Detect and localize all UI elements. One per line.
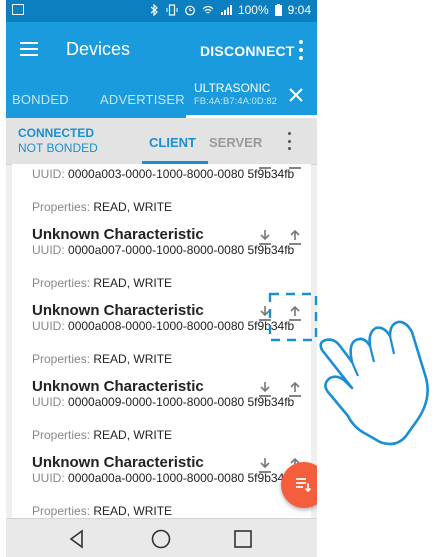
device-tab-bar: BONDED ADVERTISER ULTRASONIC FB:4A:B7:4A… <box>6 78 317 118</box>
app-bar: Devices DISCONNECT <box>6 22 317 78</box>
characteristic-properties: Properties: READ, WRITE <box>32 352 173 366</box>
list-item[interactable]: UUID: 0000a003-0000-1000-8000-0080 5f9b3… <box>12 164 311 216</box>
characteristic-properties: Properties: READ, WRITE <box>32 428 173 442</box>
wifi-icon <box>202 5 214 14</box>
phone-screen: 100% 9:04 Devices DISCONNECT BONDED ADVE… <box>6 0 317 557</box>
more-options-icon[interactable] <box>288 132 292 150</box>
system-nav-bar <box>6 518 317 557</box>
characteristic-name: Unknown Characteristic <box>32 454 204 471</box>
close-icon[interactable] <box>289 88 303 102</box>
page-title: Devices <box>66 39 131 59</box>
characteristic-properties: Properties: READ, WRITE <box>32 504 173 518</box>
characteristic-name: Unknown Characteristic <box>32 226 204 243</box>
tab-bonded[interactable]: BONDED <box>12 92 69 107</box>
disconnect-button[interactable]: DISCONNECT <box>200 43 295 59</box>
battery-icon <box>274 4 282 16</box>
battery-percent: 100% <box>237 3 269 17</box>
alarm-icon <box>185 5 195 16</box>
list-item[interactable]: Unknown Characteristic UUID: 0000a00a-00… <box>12 452 311 518</box>
characteristic-properties: Properties: READ, WRITE <box>32 200 173 214</box>
connected-label: CONNECTED <box>18 126 95 140</box>
characteristic-name: Unknown Characteristic <box>32 378 204 395</box>
home-icon[interactable] <box>150 528 172 550</box>
clock: 9:04 <box>287 3 311 17</box>
device-address: FB:4A:B7:4A:0D:82 <box>194 96 277 107</box>
tab-device-ultrasonic[interactable]: ULTRASONIC FB:4A:B7:4A:0D:82 <box>194 82 277 108</box>
sort-icon <box>296 478 312 493</box>
overflow-menu-icon[interactable] <box>299 40 303 60</box>
characteristic-uuid: UUID: 0000a00a-0000-1000-8000-0080 5f9b3… <box>32 471 295 485</box>
characteristic-uuid: UUID: 0000a008-0000-1000-8000-0080 5f9b3… <box>32 319 295 333</box>
hamburger-menu-icon[interactable] <box>20 42 38 56</box>
tap-gesture-hand-icon <box>268 292 429 446</box>
recents-icon[interactable] <box>232 528 254 550</box>
characteristic-properties: Properties: READ, WRITE <box>32 276 173 290</box>
tab-advertiser[interactable]: ADVERTISER <box>100 92 185 107</box>
bond-state-label: NOT BONDED <box>18 141 98 155</box>
signal-icon <box>220 5 232 15</box>
connection-bar: CONNECTED NOT BONDED CLIENT SERVER <box>6 118 317 165</box>
tab-client[interactable]: CLIENT <box>149 135 196 150</box>
characteristic-uuid: UUID: 0000a003-0000-1000-8000-0080 5f9b3… <box>32 167 295 181</box>
device-name: ULTRASONIC <box>194 81 271 95</box>
gallery-notification-icon <box>12 4 24 15</box>
vibrate-icon <box>166 4 178 16</box>
bluetooth-icon <box>150 4 158 16</box>
back-icon[interactable] <box>66 528 88 550</box>
characteristic-uuid: UUID: 0000a007-0000-1000-8000-0080 5f9b3… <box>32 243 295 257</box>
characteristic-name: Unknown Characteristic <box>32 302 204 319</box>
tab-server[interactable]: SERVER <box>209 135 262 150</box>
status-icons: 100% 9:04 <box>148 3 311 17</box>
status-bar: 100% 9:04 <box>6 0 317 22</box>
characteristic-uuid: UUID: 0000a009-0000-1000-8000-0080 5f9b3… <box>32 395 295 409</box>
connection-status: CONNECTED NOT BONDED <box>18 126 98 156</box>
